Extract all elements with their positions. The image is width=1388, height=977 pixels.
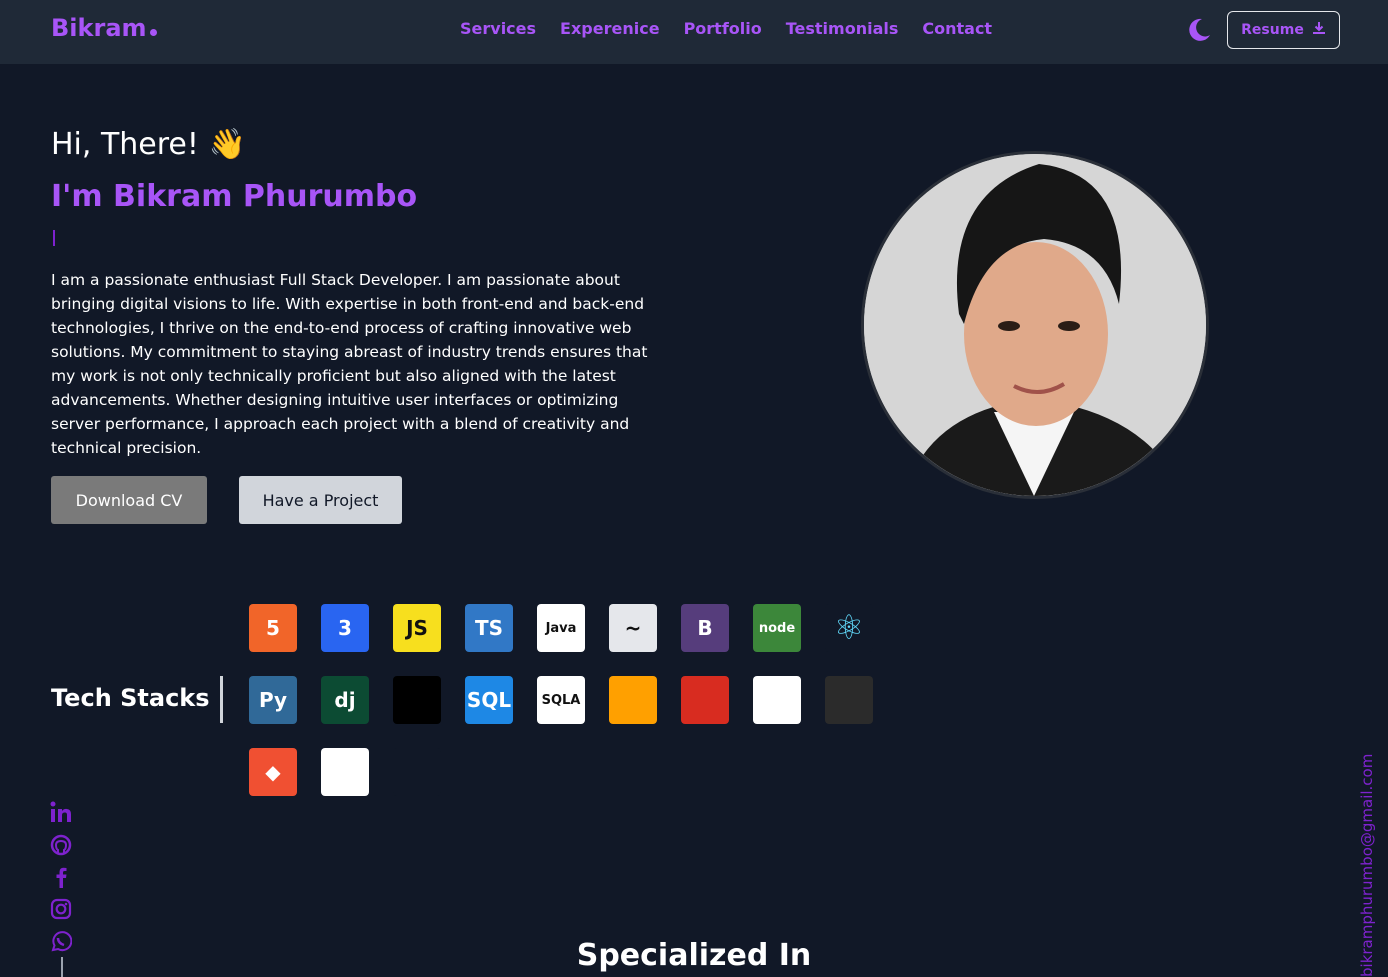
specialized-title: Specialized In (576, 938, 812, 973)
django-icon: dj (321, 676, 369, 724)
tailwind-icon: ~ (609, 604, 657, 652)
nodejs-icon: node (753, 604, 801, 652)
download-cv-button[interactable]: Download CV (51, 476, 207, 524)
python-icon: Py (249, 676, 297, 724)
java-icon: Java (537, 604, 585, 652)
typing-cursor (53, 230, 55, 246)
firebase-icon (609, 676, 657, 724)
sqlalchemy-icon: SQLA (537, 676, 585, 724)
css3-icon: 3 (321, 604, 369, 652)
nav-link-services[interactable]: Services (460, 19, 536, 38)
resume-button[interactable]: Resume (1227, 11, 1340, 49)
redis-icon (681, 676, 729, 724)
flask-icon (393, 676, 441, 724)
github-icon[interactable] (50, 834, 72, 856)
tech-stacks-title: Tech Stacks (51, 684, 210, 712)
typescript-icon: TS (465, 604, 513, 652)
greeting-text: Hi, There! (51, 127, 199, 162)
nav-link-contact[interactable]: Contact (922, 19, 992, 38)
moon-icon[interactable] (1186, 17, 1212, 43)
hero-name: I'm Bikram Phurumbo (51, 179, 418, 214)
logo-dot (149, 29, 157, 36)
git-icon: ◆ (249, 748, 297, 796)
bio-text: I am a passionate enthusiast Full Stack … (51, 271, 648, 457)
nav-link-testimonials[interactable]: Testimonials (786, 19, 899, 38)
resume-label: Resume (1241, 22, 1304, 38)
logo[interactable]: Bikram (51, 14, 157, 42)
postgresql-icon (753, 676, 801, 724)
javascript-icon: JS (393, 604, 441, 652)
json-icon (825, 676, 873, 724)
download-icon (1312, 21, 1326, 39)
profile-photo (861, 151, 1209, 499)
logo-text[interactable]: Bikram (51, 14, 147, 42)
wave-emoji: 👋 (208, 127, 247, 162)
have-project-button[interactable]: Have a Project (239, 476, 402, 524)
linkedin-icon[interactable] (50, 801, 72, 823)
tech-divider (220, 676, 223, 723)
nav-link-experience[interactable]: Experenice (560, 19, 660, 38)
vscode-icon (393, 748, 441, 796)
bootstrap-icon: B (681, 604, 729, 652)
instagram-icon[interactable] (50, 898, 72, 920)
nav-links: Services Experenice Portfolio Testimonia… (460, 19, 992, 38)
greeting: Hi, There! 👋 (51, 127, 246, 162)
html5-icon: 5 (249, 604, 297, 652)
nav-link-portfolio[interactable]: Portfolio (684, 19, 762, 38)
react-icon: ⚛ (825, 604, 873, 652)
navbar: Bikram Services Experenice Portfolio Tes… (0, 0, 1388, 64)
sql-icon: SQL (465, 676, 513, 724)
facebook-icon[interactable] (50, 866, 72, 888)
github-icon (321, 748, 369, 796)
